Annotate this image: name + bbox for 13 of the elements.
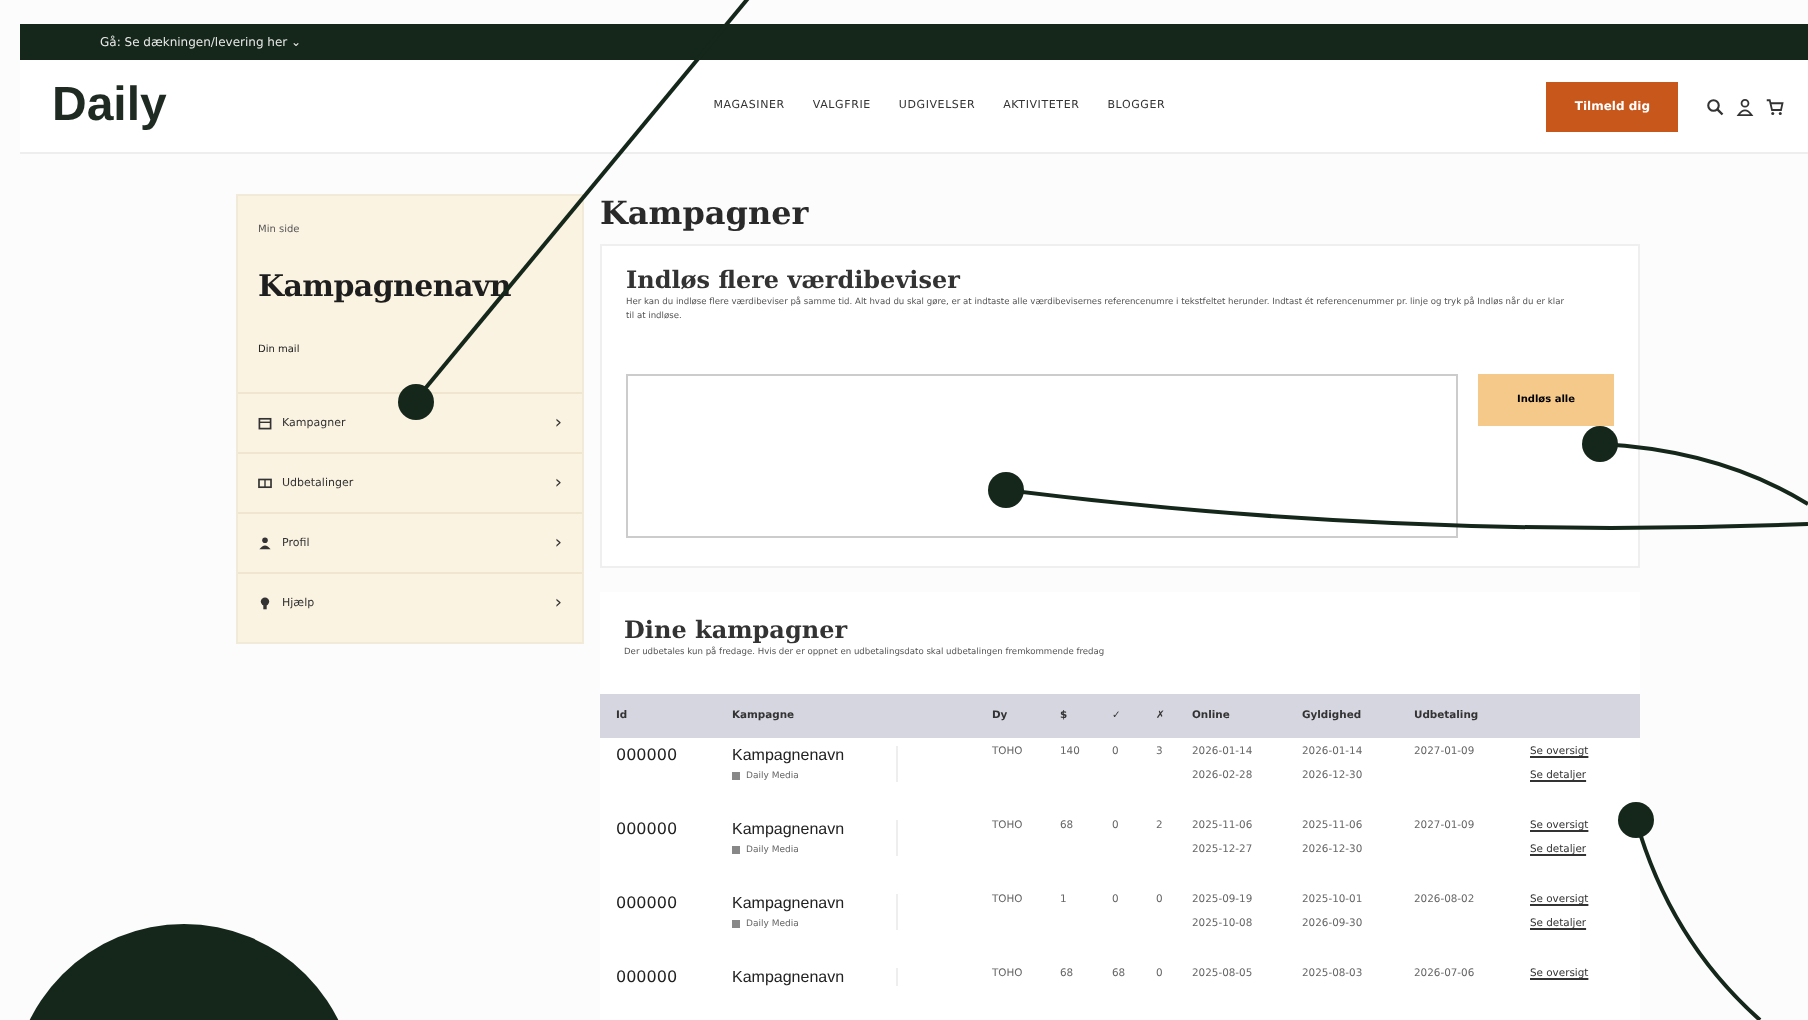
table-cell: 000000 [616,819,678,838]
campaign-name-cell-text: Kampagnenavn [732,745,847,764]
logo[interactable]: Daily [52,78,452,134]
campaign-name: Kampagnenavn [258,268,513,304]
table-cell: 000000 [616,967,678,986]
table-cell: 000000 [616,745,678,764]
campaign-name-cell-text: Kampagnenavn [732,893,847,912]
table-cell: 000000 [616,893,678,912]
campaign-name-cell-text: Kampagnenavn [732,967,847,986]
section-title: Indløs flere værdibeviser [626,266,962,294]
page-title: Kampagner [600,194,811,232]
section-title: Dine kampagner [624,615,850,644]
campaign-name-cell-text: Kampagnenavn [732,819,847,838]
